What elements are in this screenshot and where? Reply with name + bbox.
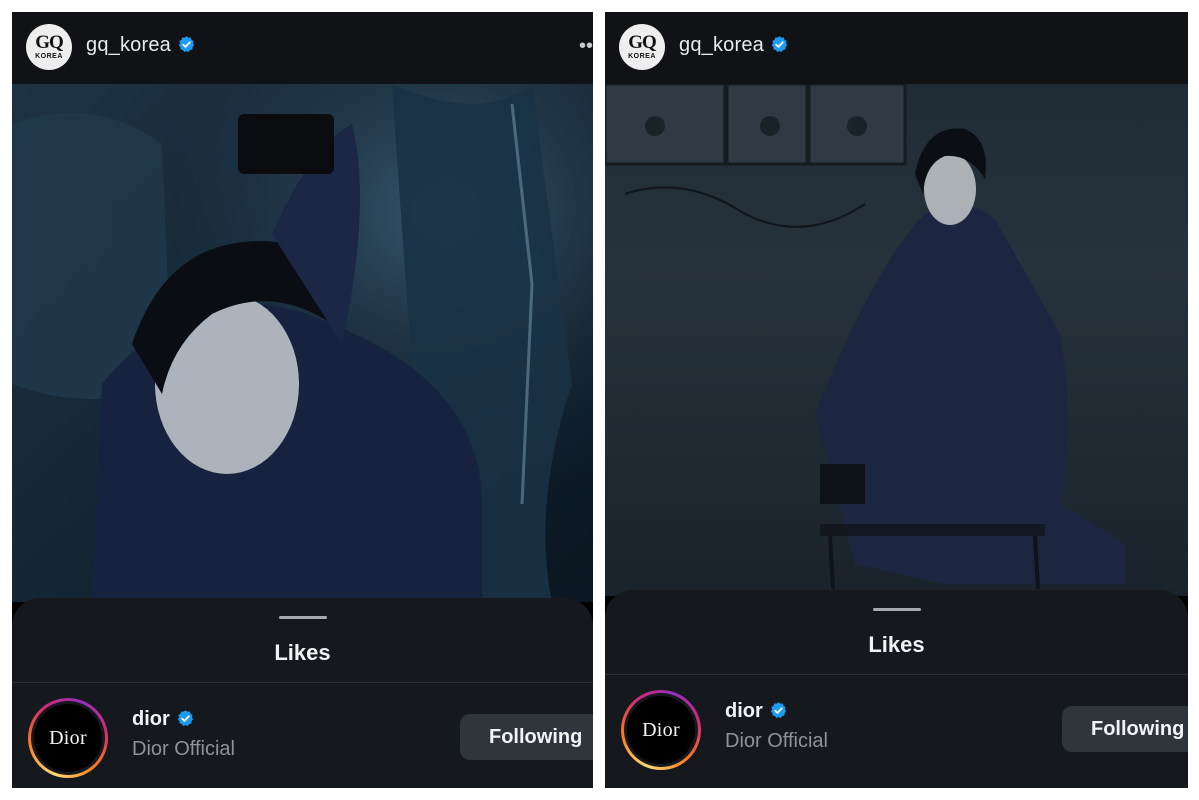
logo-subtext: KOREA — [35, 52, 63, 60]
liker-username-row[interactable]: dior — [132, 708, 195, 731]
following-button[interactable]: Following — [460, 714, 593, 760]
story-ring[interactable]: Dior — [28, 698, 108, 778]
sheet-title: Likes — [274, 640, 331, 665]
logo-text: GQ — [35, 31, 64, 53]
avatar-frame: Dior — [31, 701, 105, 775]
liker-display-name: Dior Official — [725, 730, 828, 752]
account-username-row[interactable]: gq_korea — [679, 34, 789, 57]
dior-avatar: Dior — [627, 696, 695, 764]
divider — [605, 674, 1188, 675]
following-button[interactable]: Following — [1062, 706, 1188, 752]
divider — [12, 682, 593, 683]
gq-korea-avatar[interactable]: GQ KOREA — [619, 24, 665, 70]
account-username[interactable]: gq_korea — [86, 34, 171, 56]
avatar-frame: Dior — [624, 693, 698, 767]
post-header: GQ KOREA gq_korea — [605, 12, 1188, 84]
like-list-item[interactable]: Dior dior Dior Official Following — [605, 676, 1188, 776]
post-panel-right: GQ KOREA gq_korea Likes Dior dior Dior O… — [605, 12, 1188, 788]
verified-badge-icon — [178, 36, 195, 52]
gq-korea-avatar[interactable]: GQ KOREA — [26, 24, 72, 70]
liker-username-row[interactable]: dior — [725, 700, 788, 723]
likes-sheet: Likes Dior dior Dior Official Following — [605, 590, 1188, 788]
liker-username[interactable]: dior — [132, 708, 170, 730]
photo-image — [12, 84, 593, 602]
sheet-title: Likes — [868, 632, 925, 657]
story-ring[interactable]: Dior — [621, 690, 701, 770]
logo-subtext: KOREA — [628, 52, 656, 60]
verified-badge-icon — [177, 710, 193, 726]
liker-display-name: Dior Official — [132, 738, 235, 760]
more-options-icon[interactable]: ••• — [579, 36, 593, 56]
liker-username[interactable]: dior — [725, 700, 763, 722]
account-username[interactable]: gq_korea — [679, 34, 764, 56]
post-photo[interactable] — [605, 84, 1188, 596]
verified-badge-icon — [771, 36, 788, 52]
like-list-item[interactable]: Dior dior Dior Official Following — [12, 684, 593, 784]
sheet-grabber-handle[interactable] — [278, 616, 327, 619]
post-header: GQ KOREA gq_korea ••• — [12, 12, 593, 84]
sheet-grabber-handle[interactable] — [872, 608, 921, 611]
post-panel-left: GQ KOREA gq_korea ••• — [12, 12, 593, 788]
verified-badge-icon — [770, 702, 786, 718]
post-photo[interactable] — [12, 84, 593, 602]
account-username-row[interactable]: gq_korea — [86, 34, 196, 57]
photo-image — [605, 84, 1188, 596]
likes-sheet: Likes Dior dior Dior Official Following — [12, 598, 593, 788]
dior-avatar: Dior — [34, 704, 102, 772]
logo-text: GQ — [628, 31, 657, 53]
